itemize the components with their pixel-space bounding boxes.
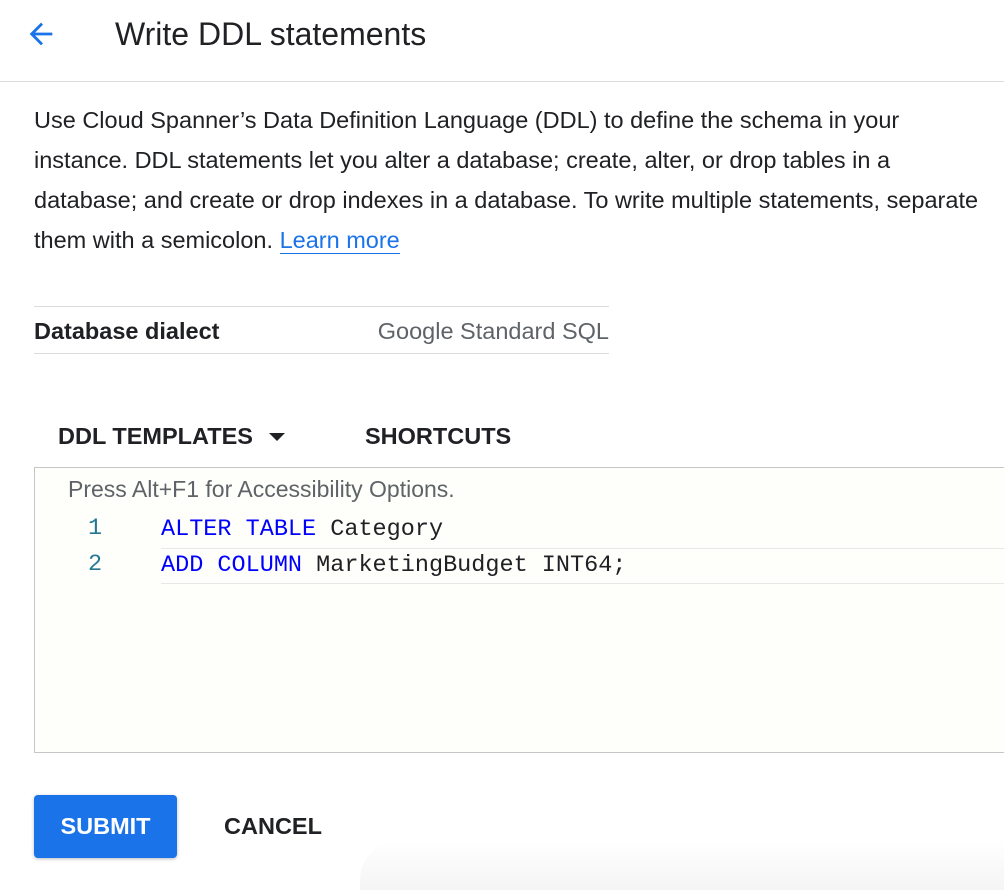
database-dialect-row: Database dialect Google Standard SQL [34, 306, 609, 354]
accessibility-hint: Press Alt+F1 for Accessibility Options. [68, 476, 455, 502]
line-number: 2 [87, 551, 103, 578]
database-dialect-value: Google Standard SQL [377, 318, 609, 344]
learn-more-link[interactable]: Learn more [279, 227, 400, 254]
arrow-back-icon [29, 22, 53, 46]
code-line-content[interactable]: ADD COLUMN MarketingBudget INT64; [161, 548, 1004, 584]
code-text: Category [316, 516, 444, 543]
database-dialect-label: Database dialect [34, 318, 220, 344]
back-button[interactable] [18, 14, 64, 54]
page-title: Write DDL statements [115, 16, 427, 52]
code-keyword: ALTER [161, 516, 232, 543]
ddl-templates-label: DDL TEMPLATES [58, 422, 253, 449]
intro-description: Use Cloud Spanner’s Data Definition Lang… [34, 100, 984, 260]
code-keyword: TABLE [245, 516, 317, 543]
code-line: 1 ALTER TABLE Category [35, 512, 1004, 548]
code-text: MarketingBudget INT64; [302, 552, 627, 579]
dropdown-arrow-icon [268, 433, 285, 441]
panel-shadow [360, 840, 1004, 890]
cancel-button[interactable]: CANCEL [205, 795, 341, 858]
shortcuts-button[interactable]: SHORTCUTS [365, 418, 511, 454]
ddl-editor[interactable]: Press Alt+F1 for Accessibility Options. … [34, 467, 1004, 753]
page-header: Write DDL statements [0, 0, 1004, 82]
editor-border-gap [35, 634, 36, 672]
code-line-content[interactable]: ALTER TABLE Category [161, 512, 1004, 548]
code-keyword: ADD [161, 552, 204, 579]
intro-text: Use Cloud Spanner’s Data Definition Lang… [34, 107, 979, 253]
line-number: 1 [87, 515, 103, 542]
code-keyword: COLUMN [217, 552, 303, 579]
ddl-templates-button[interactable]: DDL TEMPLATES [58, 418, 285, 454]
submit-button[interactable]: SUBMIT [34, 795, 177, 858]
code-line: 2 ADD COLUMN MarketingBudget INT64; [35, 548, 1004, 584]
